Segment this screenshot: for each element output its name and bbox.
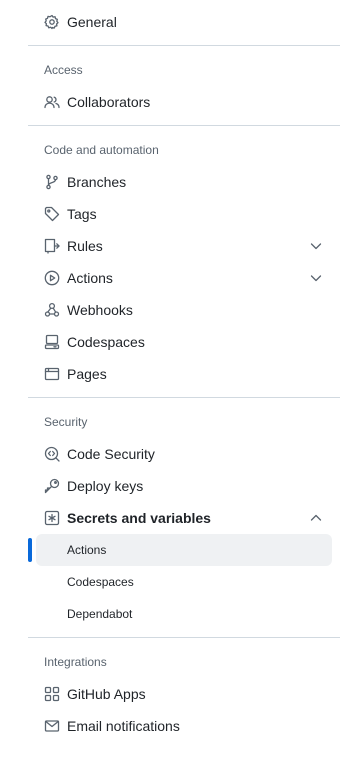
- sidebar-item-label: Branches: [67, 174, 127, 190]
- sidebar-item-branches[interactable]: Branches: [36, 166, 332, 198]
- play-icon: [44, 270, 60, 286]
- sidebar-item-label: GitHub Apps: [67, 686, 146, 702]
- chevron-up-icon[interactable]: [308, 510, 324, 526]
- sidebar-item-label: Code Security: [67, 446, 155, 462]
- sidebar-subitem-label: Actions: [67, 543, 107, 557]
- section-heading-security: Security: [44, 415, 88, 429]
- sidebar-item-label: Pages: [67, 366, 107, 382]
- sidebar-subitem-actions[interactable]: Actions: [36, 534, 332, 566]
- sidebar-subitem-dependabot[interactable]: Dependabot: [36, 598, 332, 630]
- sidebar-item-label: Tags: [67, 206, 97, 222]
- active-indicator: [28, 538, 32, 562]
- chevron-down-icon[interactable]: [308, 238, 324, 254]
- sidebar-item-codespaces[interactable]: Codespaces: [36, 326, 332, 358]
- sidebar-item-label: Codespaces: [67, 334, 145, 350]
- sidebar-item-rules[interactable]: Rules: [36, 230, 332, 262]
- divider: [28, 397, 340, 398]
- sidebar-item-label: Email notifications: [67, 718, 180, 734]
- codespaces-icon: [44, 334, 60, 350]
- browser-icon: [44, 366, 60, 382]
- sidebar-item-github-apps[interactable]: GitHub Apps: [36, 678, 332, 710]
- apps-icon: [44, 686, 60, 702]
- section-heading-integrations: Integrations: [44, 655, 107, 669]
- divider: [28, 45, 340, 46]
- git-branch-icon: [44, 174, 60, 190]
- sidebar-item-webhooks[interactable]: Webhooks: [36, 294, 332, 326]
- section-heading-code-and-automation: Code and automation: [44, 143, 159, 157]
- sidebar-item-general[interactable]: General: [36, 6, 332, 38]
- sidebar-item-pages[interactable]: Pages: [36, 358, 332, 390]
- people-icon: [44, 94, 60, 110]
- sidebar-item-deploy-keys[interactable]: Deploy keys: [36, 470, 332, 502]
- sidebar-subitem-label: Codespaces: [67, 575, 134, 589]
- key-icon: [44, 478, 60, 494]
- mail-icon: [44, 718, 60, 734]
- tag-icon: [44, 206, 60, 222]
- codescan-icon: [44, 446, 60, 462]
- settings-sidebar: General Access Collaborators Code and au…: [0, 0, 349, 764]
- sidebar-item-label: Rules: [67, 238, 103, 254]
- sidebar-item-label: General: [67, 14, 117, 30]
- sidebar-item-secrets-and-variables[interactable]: Secrets and variables: [36, 502, 332, 534]
- chevron-down-icon[interactable]: [308, 270, 324, 286]
- sidebar-item-tags[interactable]: Tags: [36, 198, 332, 230]
- sidebar-item-label: Secrets and variables: [67, 510, 211, 526]
- divider: [28, 637, 340, 638]
- sidebar-subitem-codespaces[interactable]: Codespaces: [36, 566, 332, 598]
- sidebar-item-label: Collaborators: [67, 94, 151, 110]
- webhook-icon: [44, 302, 60, 318]
- sidebar-item-email-notifications[interactable]: Email notifications: [36, 710, 332, 742]
- gear-icon: [44, 14, 60, 30]
- sidebar-subitem-label: Dependabot: [67, 607, 133, 621]
- sidebar-item-actions[interactable]: Actions: [36, 262, 332, 294]
- sidebar-item-label: Actions: [67, 270, 113, 286]
- sidebar-item-label: Webhooks: [67, 302, 133, 318]
- sidebar-item-code-security[interactable]: Code Security: [36, 438, 332, 470]
- divider: [28, 125, 340, 126]
- sidebar-item-label: Deploy keys: [67, 478, 144, 494]
- repo-push-icon: [44, 238, 60, 254]
- asterisk-box-icon: [44, 510, 60, 526]
- section-heading-access: Access: [44, 63, 83, 77]
- sidebar-item-collaborators[interactable]: Collaborators: [36, 86, 332, 118]
